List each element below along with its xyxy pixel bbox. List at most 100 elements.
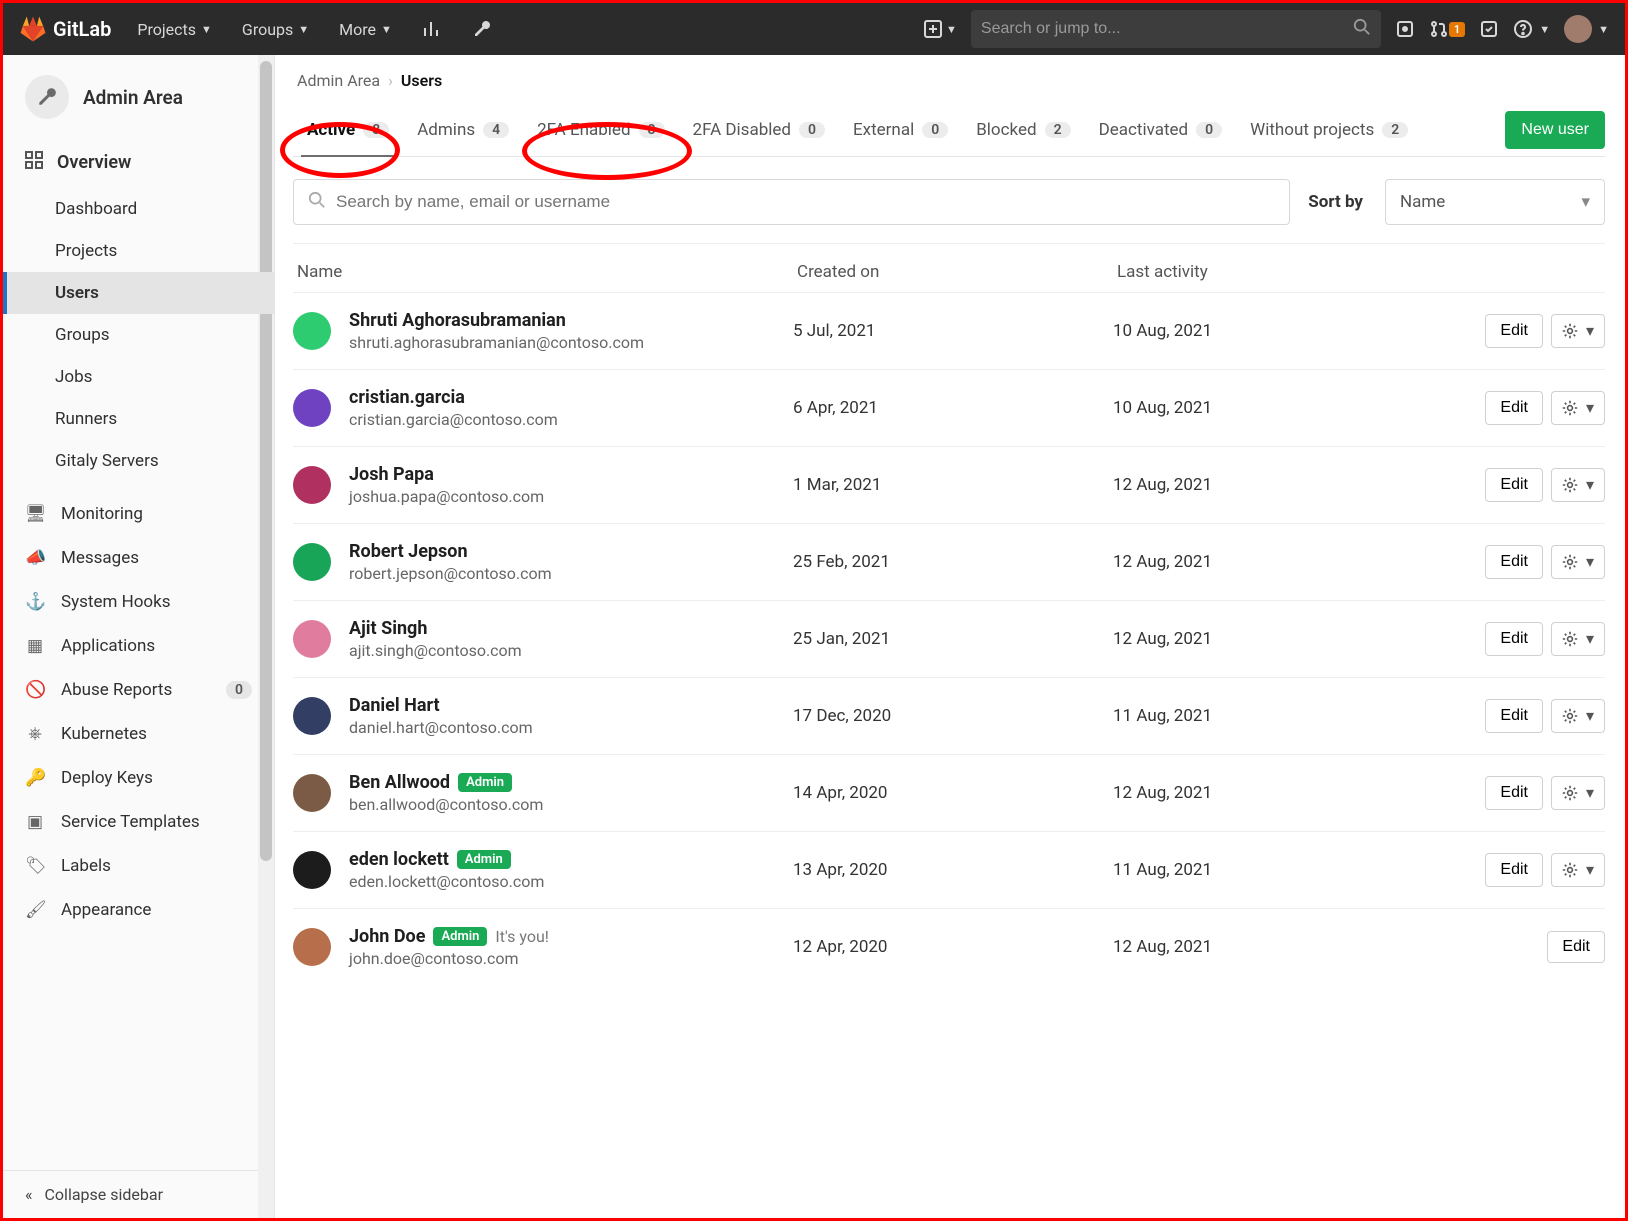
sidebar-item-system-hooks[interactable]: ⚓System Hooks	[3, 580, 274, 624]
sidebar-item-dashboard[interactable]: Dashboard	[3, 188, 274, 230]
user-settings-dropdown[interactable]: ▾	[1551, 776, 1605, 810]
user-search-box[interactable]	[293, 179, 1290, 225]
tab-without-projects[interactable]: Without projects2	[1236, 104, 1422, 156]
new-user-button[interactable]: New user	[1505, 111, 1605, 149]
template-icon: ▣	[25, 812, 45, 832]
user-created-on: 6 Apr, 2021	[793, 398, 1113, 418]
user-settings-dropdown[interactable]: ▾	[1551, 853, 1605, 887]
user-name[interactable]: Robert Jepson	[349, 541, 468, 562]
user-avatar-icon	[293, 389, 331, 427]
tab-external[interactable]: External0	[839, 104, 962, 156]
sidebar-item-appearance[interactable]: 🖌Appearance	[3, 888, 274, 932]
sidebar-item-monitoring[interactable]: 🖥Monitoring	[3, 492, 274, 536]
tab-2fa-disabled[interactable]: 2FA Disabled0	[679, 104, 839, 156]
user-email[interactable]: cristian.garcia@contoso.com	[349, 410, 558, 429]
user-search-input[interactable]	[336, 192, 1275, 212]
sidebar-item-label: Labels	[61, 856, 111, 876]
tab-active[interactable]: Active8	[293, 104, 403, 156]
sidebar-item-service-templates[interactable]: ▣Service Templates	[3, 800, 274, 844]
user-email[interactable]: john.doe@contoso.com	[349, 949, 549, 968]
user-settings-dropdown[interactable]: ▾	[1551, 545, 1605, 579]
new-dropdown[interactable]: ▼	[924, 20, 957, 38]
collapse-sidebar-button[interactable]: « Collapse sidebar	[3, 1170, 274, 1218]
sidebar-item-label: Kubernetes	[61, 724, 147, 744]
nav-wrench-icon[interactable]	[462, 13, 502, 45]
head-activity: Last activity	[1117, 262, 1605, 282]
tab-admins[interactable]: Admins4	[403, 104, 523, 156]
edit-user-button[interactable]: Edit	[1485, 391, 1543, 425]
edit-user-button[interactable]: Edit	[1485, 699, 1543, 733]
nav-projects[interactable]: Projects▼	[127, 14, 222, 45]
sidebar-item-labels[interactable]: 🏷Labels	[3, 844, 274, 888]
user-name[interactable]: Josh Papa	[349, 464, 434, 485]
edit-user-button[interactable]: Edit	[1485, 314, 1543, 348]
user-name[interactable]: Ben Allwood	[349, 772, 450, 793]
sidebar-item-messages[interactable]: 📣Messages	[3, 536, 274, 580]
user-name[interactable]: cristian.garcia	[349, 387, 465, 408]
edit-user-button[interactable]: Edit	[1485, 468, 1543, 502]
tab-label: Active	[307, 120, 355, 140]
sidebar-item-deploy-keys[interactable]: 🔑Deploy Keys	[3, 756, 274, 800]
tab-blocked[interactable]: Blocked2	[962, 104, 1084, 156]
user-settings-dropdown[interactable]: ▾	[1551, 622, 1605, 656]
sidebar-item-applications[interactable]: ▦Applications	[3, 624, 274, 668]
sidebar-item-gitaly[interactable]: Gitaly Servers	[3, 440, 274, 482]
edit-user-button[interactable]: Edit	[1485, 776, 1543, 810]
user-email[interactable]: robert.jepson@contoso.com	[349, 564, 552, 583]
head-name: Name	[297, 262, 797, 282]
user-menu[interactable]: ▼	[1564, 15, 1609, 43]
sidebar-item-kubernetes[interactable]: ⎈Kubernetes	[3, 712, 274, 756]
user-email[interactable]: daniel.hart@contoso.com	[349, 718, 533, 737]
sidebar-item-projects[interactable]: Projects	[3, 230, 274, 272]
brand-logo[interactable]: GitLab	[19, 15, 111, 43]
user-settings-dropdown[interactable]: ▾	[1551, 699, 1605, 733]
todos-icon[interactable]	[1479, 19, 1499, 39]
nav-more[interactable]: More▼	[329, 14, 402, 45]
user-settings-dropdown[interactable]: ▾	[1551, 468, 1605, 502]
edit-user-button[interactable]: Edit	[1547, 931, 1605, 963]
sidebar-item-jobs[interactable]: Jobs	[3, 356, 274, 398]
issues-icon[interactable]	[1395, 19, 1415, 39]
global-search-input[interactable]	[981, 20, 1371, 38]
breadcrumb-root[interactable]: Admin Area	[297, 71, 380, 90]
brand-name: GitLab	[53, 17, 111, 41]
sidebar-scrollbar-thumb[interactable]	[260, 61, 272, 861]
sidebar-item-groups[interactable]: Groups	[3, 314, 274, 356]
gear-icon	[1562, 323, 1578, 339]
tab-2fa-enabled[interactable]: 2FA Enabled8	[523, 104, 678, 156]
edit-user-button[interactable]: Edit	[1485, 853, 1543, 887]
user-created-on: 13 Apr, 2020	[793, 860, 1113, 880]
user-email[interactable]: ben.allwood@contoso.com	[349, 795, 543, 814]
user-name[interactable]: Daniel Hart	[349, 695, 440, 716]
sidebar-header[interactable]: Admin Area	[3, 55, 274, 137]
nav-analytics-icon[interactable]	[412, 13, 452, 45]
tab-deactivated[interactable]: Deactivated0	[1085, 104, 1237, 156]
sidebar-item-abuse-reports[interactable]: 🚫Abuse Reports0	[3, 668, 274, 712]
user-email[interactable]: eden.lockett@contoso.com	[349, 872, 544, 891]
user-last-activity: 12 Aug, 2021	[1113, 552, 1485, 572]
user-email[interactable]: joshua.papa@contoso.com	[349, 487, 544, 506]
merge-requests-icon[interactable]: 1	[1429, 19, 1465, 39]
sidebar-item-runners[interactable]: Runners	[3, 398, 274, 440]
user-email[interactable]: shruti.aghorasubramanian@contoso.com	[349, 333, 644, 352]
breadcrumb-current: Users	[401, 71, 442, 90]
user-name[interactable]: eden lockett	[349, 849, 449, 870]
global-search[interactable]	[971, 10, 1381, 48]
user-settings-dropdown[interactable]: ▾	[1551, 314, 1605, 348]
edit-user-button[interactable]: Edit	[1485, 622, 1543, 656]
sort-select[interactable]: Name ▾	[1385, 179, 1605, 225]
help-icon[interactable]: ▼	[1513, 19, 1550, 39]
plus-square-icon	[924, 20, 942, 38]
edit-user-button[interactable]: Edit	[1485, 545, 1543, 579]
nav-groups[interactable]: Groups▼	[232, 14, 319, 45]
user-settings-dropdown[interactable]: ▾	[1551, 391, 1605, 425]
table-row: Ben AllwoodAdminben.allwood@contoso.com1…	[293, 754, 1605, 831]
user-email[interactable]: ajit.singh@contoso.com	[349, 641, 522, 660]
sidebar-title: Admin Area	[83, 86, 183, 109]
sidebar-section-overview[interactable]: Overview	[3, 137, 274, 188]
user-last-activity: 11 Aug, 2021	[1113, 860, 1485, 880]
user-name[interactable]: Shruti Aghorasubramanian	[349, 310, 566, 331]
user-name[interactable]: Ajit Singh	[349, 618, 427, 639]
user-name[interactable]: John Doe	[349, 926, 425, 947]
sidebar-item-users[interactable]: Users	[3, 272, 274, 314]
